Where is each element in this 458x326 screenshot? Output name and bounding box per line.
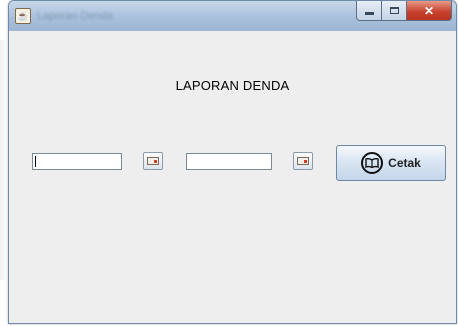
window-controls: ✕ [356,1,452,23]
book-icon [361,152,384,174]
close-button[interactable]: ✕ [407,1,452,21]
start-date-picker-button[interactable] [143,152,163,170]
page-title: LAPORAN DENDA [175,78,290,93]
calendar-icon [297,157,309,165]
minimize-icon [364,12,374,15]
maximize-icon [389,7,399,14]
text-caret [35,156,36,167]
calendar-icon [147,157,159,165]
app-window: ☕ Laporan Denda ✕ LAPORAN DENDA Cetak [8,0,457,324]
content-panel: LAPORAN DENDA Cetak [10,31,455,322]
minimize-button[interactable] [356,1,382,21]
title-bar[interactable]: ☕ Laporan Denda ✕ [9,1,456,31]
java-icon: ☕ [15,8,31,24]
desktop-edge-shadow [0,40,8,280]
print-button[interactable]: Cetak [336,145,446,181]
end-date-picker-button[interactable] [293,152,313,170]
close-icon: ✕ [423,3,435,18]
window-title: Laporan Denda [37,10,113,22]
print-button-label: Cetak [388,156,421,170]
maximize-button[interactable] [382,1,407,21]
end-date-field[interactable] [186,153,272,170]
start-date-field[interactable] [32,153,122,170]
